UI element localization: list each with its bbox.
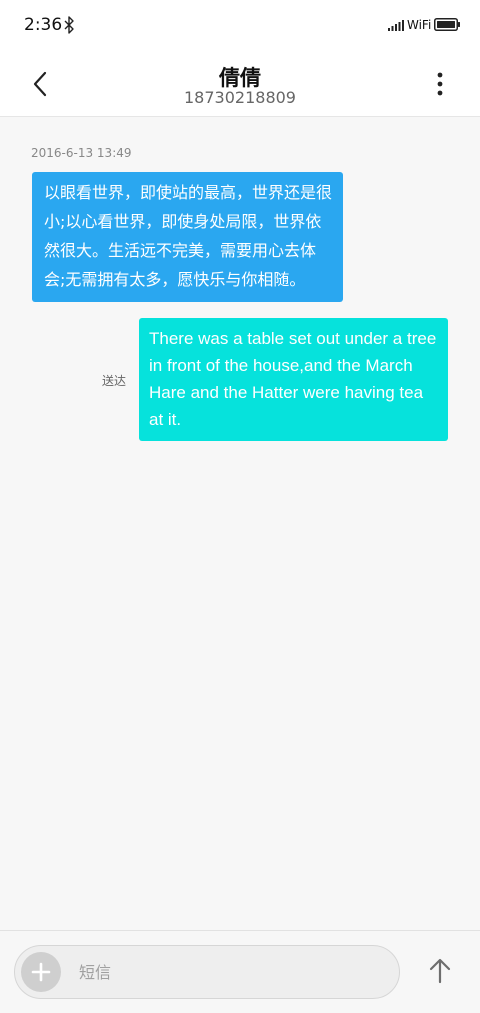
conversation-header: 倩倩 18730218809 — [0, 54, 480, 117]
bluetooth-icon — [64, 16, 74, 34]
message-timestamp: 2016-6-13 13:49 — [31, 146, 132, 160]
more-options-button[interactable] — [426, 66, 454, 102]
contact-number: 18730218809 — [184, 88, 296, 107]
status-time: 2:36 — [24, 15, 63, 35]
plus-icon — [31, 962, 51, 982]
signal-icon — [388, 20, 404, 31]
battery-icon — [434, 18, 460, 31]
more-vertical-icon — [437, 72, 443, 96]
outgoing-message-bubble[interactable]: There was a table set out under a tree i… — [139, 318, 448, 441]
composer-bar — [0, 930, 480, 1013]
send-button[interactable] — [424, 955, 456, 987]
network-label: WiFi — [407, 18, 432, 32]
arrow-up-icon — [429, 958, 451, 984]
composer-field-container — [14, 945, 400, 999]
status-bar: 2:36 WiFi — [0, 0, 480, 54]
incoming-message-bubble[interactable]: 以眼看世界，即使站的最高，世界还是很小;以心看世界，即使身处局限，世界依然很大。… — [32, 172, 343, 302]
add-attachment-button[interactable] — [21, 952, 61, 992]
delivery-status: 送达 — [102, 374, 127, 388]
message-input[interactable] — [79, 958, 379, 986]
